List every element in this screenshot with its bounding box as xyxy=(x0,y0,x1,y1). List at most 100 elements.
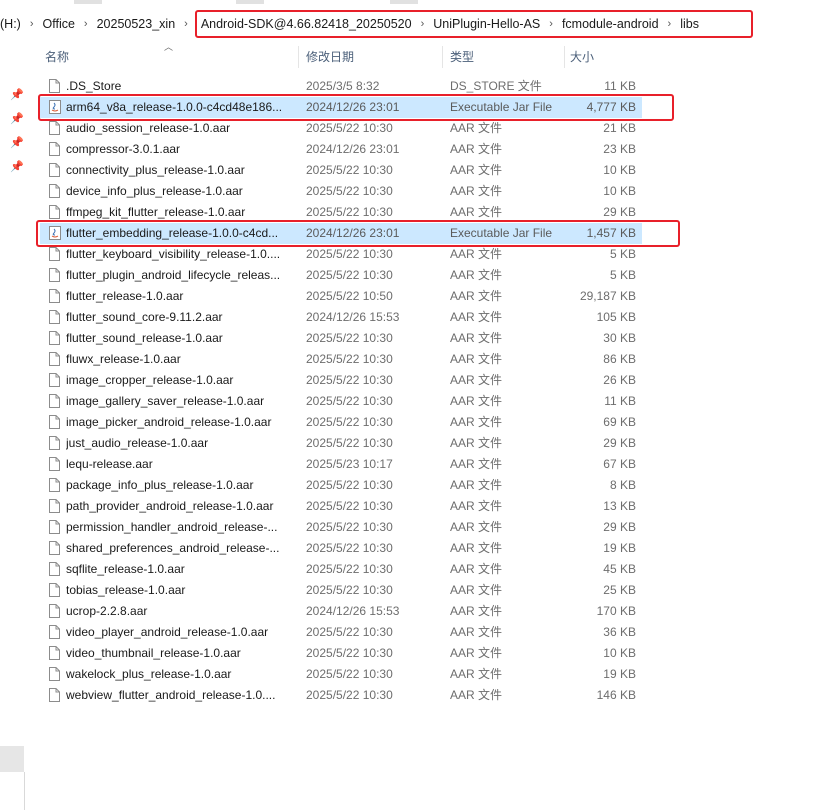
file-type: AAR 文件 xyxy=(450,268,503,282)
file-icon xyxy=(49,205,60,219)
pin-icon[interactable]: 📌 xyxy=(10,112,24,125)
file-size: 8 KB xyxy=(609,478,636,492)
file-row[interactable]: video_player_android_release-1.0.aar 2025… xyxy=(40,622,642,643)
file-row[interactable]: wakelock_plus_release-1.0.aar 2025/5/22 1… xyxy=(40,664,642,685)
column-header-type[interactable]: 类型 xyxy=(450,44,474,70)
breadcrumb-sdk[interactable]: Android-SDK@4.66.82418_20250520 › xyxy=(201,11,433,37)
file-icon xyxy=(49,121,60,135)
file-icon xyxy=(49,667,60,681)
file-name: flutter_sound_release-1.0.aar xyxy=(66,331,223,345)
pin-icon[interactable]: 📌 xyxy=(10,88,24,101)
breadcrumb-label: Android-SDK@4.66.82418_20250520 xyxy=(200,17,412,31)
file-type: AAR 文件 xyxy=(450,625,503,639)
breadcrumb-label: 20250523_xin xyxy=(96,17,176,31)
file-row[interactable]: video_thumbnail_release-1.0.aar 2025/5/22… xyxy=(40,643,642,664)
file-type: Executable Jar File xyxy=(450,226,553,240)
file-size: 25 KB xyxy=(603,583,636,597)
breadcrumb-folder[interactable]: 20250523_xin › xyxy=(97,11,197,37)
file-size: 36 KB xyxy=(603,625,636,639)
file-size: 11 KB xyxy=(604,394,636,408)
file-row[interactable]: compressor-3.0.1.aar 2024/12/26 23:01 AAR … xyxy=(40,139,642,160)
breadcrumb-drive[interactable]: (H:) › xyxy=(0,11,43,37)
file-date: 2025/5/22 10:30 xyxy=(306,268,393,282)
breadcrumb-fcmodule[interactable]: fcmodule-android › xyxy=(562,11,680,37)
file-row[interactable]: just_audio_release-1.0.aar 2025/5/22 10:3… xyxy=(40,433,642,454)
file-row[interactable]: arm64_v8a_release-1.0.0-c4cd48e186... 202… xyxy=(40,97,642,118)
file-row[interactable]: ucrop-2.2.8.aar 2024/12/26 15:53 AAR 文件 170… xyxy=(40,601,642,622)
file-type: AAR 文件 xyxy=(450,520,503,534)
breadcrumb-libs[interactable]: libs xyxy=(680,11,699,37)
file-name: image_cropper_release-1.0.aar xyxy=(66,373,234,387)
breadcrumb-office[interactable]: Office › xyxy=(43,11,97,37)
file-icon xyxy=(49,268,60,282)
file-row[interactable]: tobias_release-1.0.aar 2025/5/22 10:30 AAR… xyxy=(40,580,642,601)
file-row[interactable]: path_provider_android_release-1.0.aar 202… xyxy=(40,496,642,517)
file-name: permission_handler_android_release-... xyxy=(66,520,278,534)
file-size: 69 KB xyxy=(603,415,636,429)
jar-icon xyxy=(49,100,61,114)
column-divider[interactable] xyxy=(442,46,443,68)
file-date: 2025/5/22 10:50 xyxy=(306,289,393,303)
file-row[interactable]: image_gallery_saver_release-1.0.aar 2025/… xyxy=(40,391,642,412)
file-row[interactable]: lequ-release.aar 2025/5/23 10:17 AAR 文件 67 … xyxy=(40,454,642,475)
file-row[interactable]: fluwx_release-1.0.aar 2025/5/22 10:30 AAR … xyxy=(40,349,642,370)
file-date: 2025/5/22 10:30 xyxy=(306,184,393,198)
file-row[interactable]: sqflite_release-1.0.aar 2025/5/22 10:30 AA… xyxy=(40,559,642,580)
file-row[interactable]: .DS_Store 2025/3/5 8:32 DS_STORE 文件 11 KB xyxy=(40,76,642,97)
column-header-size[interactable]: 大小 xyxy=(570,44,594,70)
file-type: AAR 文件 xyxy=(450,562,503,576)
file-type: AAR 文件 xyxy=(450,142,503,156)
file-row[interactable]: package_info_plus_release-1.0.aar 2025/5/… xyxy=(40,475,642,496)
file-size: 10 KB xyxy=(603,184,636,198)
file-row[interactable]: shared_preferences_android_release-... 20… xyxy=(40,538,642,559)
column-header-name[interactable]: 名称 xyxy=(45,44,69,70)
toolbar-fragment xyxy=(236,0,264,4)
file-row[interactable]: flutter_embedding_release-1.0.0-c4cd... 2… xyxy=(40,223,642,244)
file-row[interactable]: ffmpeg_kit_flutter_release-1.0.aar 2025/5… xyxy=(40,202,642,223)
file-size: 105 KB xyxy=(596,310,636,324)
file-icon xyxy=(49,646,60,660)
column-header-date[interactable]: 修改日期 xyxy=(306,44,354,70)
file-row[interactable]: image_picker_android_release-1.0.aar 2025… xyxy=(40,412,642,433)
file-date: 2025/5/22 10:30 xyxy=(306,373,393,387)
column-divider[interactable] xyxy=(564,46,565,68)
file-list: .DS_Store 2025/3/5 8:32 DS_STORE 文件 11 KB ar… xyxy=(40,76,642,706)
sort-up-icon: ︿ xyxy=(164,42,174,52)
file-icon xyxy=(49,289,60,303)
breadcrumb-uniplugin[interactable]: UniPlugin-Hello-AS › xyxy=(433,11,562,37)
file-row[interactable]: webview_flutter_android_release-1.0.... 2… xyxy=(40,685,642,706)
nav-divider xyxy=(24,772,25,810)
file-row[interactable]: image_cropper_release-1.0.aar 2025/5/22 1… xyxy=(40,370,642,391)
file-size: 1,457 KB xyxy=(586,226,636,240)
file-icon xyxy=(49,541,60,555)
file-row[interactable]: flutter_keyboard_visibility_release-1.0.… xyxy=(40,244,642,265)
file-row[interactable]: connectivity_plus_release-1.0.aar 2025/5/… xyxy=(40,160,642,181)
file-name: ffmpeg_kit_flutter_release-1.0.aar xyxy=(66,205,246,219)
file-row[interactable]: flutter_plugin_android_lifecycle_releas.… xyxy=(40,265,642,286)
pin-icon[interactable]: 📌 xyxy=(10,160,24,173)
file-type: AAR 文件 xyxy=(450,667,503,681)
file-row[interactable]: audio_session_release-1.0.aar 2025/5/22 1… xyxy=(40,118,642,139)
file-name: fluwx_release-1.0.aar xyxy=(66,352,181,366)
file-row[interactable]: permission_handler_android_release-... 20… xyxy=(40,517,642,538)
file-row[interactable]: flutter_release-1.0.aar 2025/5/22 10:50 AA… xyxy=(40,286,642,307)
pin-icon[interactable]: 📌 xyxy=(10,136,24,149)
breadcrumb-label: UniPlugin-Hello-AS xyxy=(433,17,541,31)
column-divider[interactable] xyxy=(298,46,299,68)
file-type: AAR 文件 xyxy=(450,583,503,597)
file-type: AAR 文件 xyxy=(450,205,503,219)
file-date: 2025/5/22 10:30 xyxy=(306,625,393,639)
breadcrumb-label: fcmodule-android xyxy=(561,17,659,31)
file-size: 10 KB xyxy=(603,163,636,177)
file-row[interactable]: flutter_sound_core-9.11.2.aar 2024/12/26 … xyxy=(40,307,642,328)
file-icon xyxy=(49,604,60,618)
address-bar[interactable]: (H:) › Office › 20250523_xin › Android-S… xyxy=(0,8,820,40)
file-type: AAR 文件 xyxy=(450,163,503,177)
file-icon xyxy=(49,163,60,177)
file-date: 2025/5/22 10:30 xyxy=(306,436,393,450)
file-name: sqflite_release-1.0.aar xyxy=(66,562,185,576)
file-row[interactable]: flutter_sound_release-1.0.aar 2025/5/22 1… xyxy=(40,328,642,349)
file-row[interactable]: device_info_plus_release-1.0.aar 2025/5/2… xyxy=(40,181,642,202)
nav-scrollbar[interactable] xyxy=(0,746,24,772)
file-name: flutter_keyboard_visibility_release-1.0.… xyxy=(66,247,281,261)
